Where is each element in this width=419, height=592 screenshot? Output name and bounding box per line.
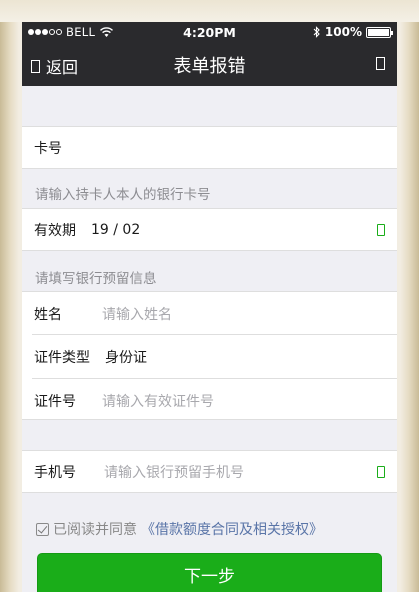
name-input[interactable]: 请输入姓名 — [102, 304, 172, 324]
card-number-label: 卡号 — [34, 140, 62, 157]
battery-percent: 100% — [324, 25, 362, 39]
device-frame-top — [0, 0, 419, 22]
agreement-checkbox[interactable] — [36, 522, 49, 536]
id-number-field[interactable]: 证件号 请输入有效证件号 — [22, 379, 397, 421]
agreement-link[interactable]: 《借款额度合同及相关授权》 — [141, 519, 323, 539]
status-bar: BELL 4:20PM 100% — [22, 22, 397, 42]
next-button[interactable]: 下一步 — [37, 553, 382, 592]
agreement-text: 已阅读并同意 — [53, 522, 137, 538]
phone-label: 手机号 — [34, 464, 76, 481]
status-right: 100% — [313, 25, 393, 39]
phone-info-icon[interactable] — [377, 465, 385, 478]
card-hint: 请输入持卡人本人的银行卡号 — [35, 187, 211, 203]
expiry-value[interactable]: 19 / 02 — [91, 222, 140, 238]
id-number-label: 证件号 — [34, 394, 76, 410]
phone-row[interactable]: 手机号 请输入银行预留手机号 — [22, 450, 397, 493]
agreement: 已阅读并同意 《借款额度合同及相关授权》 — [36, 519, 323, 539]
nav-right-button[interactable] — [376, 55, 385, 74]
bank-info-section-label: 请填写银行预留信息 — [35, 271, 157, 287]
bluetooth-icon — [313, 26, 320, 38]
nav-bar: 返回 表单报错 — [22, 42, 397, 86]
phone-screen: BELL 4:20PM 100% 返回 表单报错 卡号 请输入持卡人本人的银行卡… — [22, 22, 397, 592]
id-number-input[interactable]: 请输入有效证件号 — [102, 391, 214, 411]
card-number-row[interactable]: 卡号 — [22, 126, 397, 169]
page-title: 表单报错 — [173, 56, 246, 77]
phone-input[interactable]: 请输入银行预留手机号 — [104, 462, 244, 482]
id-type-label: 证件类型 — [34, 350, 90, 366]
expiry-label: 有效期 — [34, 222, 76, 239]
id-type-value[interactable]: 身份证 — [105, 347, 147, 367]
name-label: 姓名 — [34, 307, 62, 323]
expiry-info-icon[interactable] — [377, 223, 385, 236]
battery-icon — [366, 26, 393, 38]
nav-right-box-icon — [376, 57, 385, 70]
id-type-field[interactable]: 证件类型 身份证 — [22, 335, 397, 377]
expiry-row[interactable]: 有效期 19 / 02 — [22, 208, 397, 251]
bank-info-group: 姓名 请输入姓名 证件类型 身份证 证件号 请输入有效证件号 — [22, 291, 397, 420]
name-field[interactable]: 姓名 请输入姓名 — [22, 292, 397, 334]
